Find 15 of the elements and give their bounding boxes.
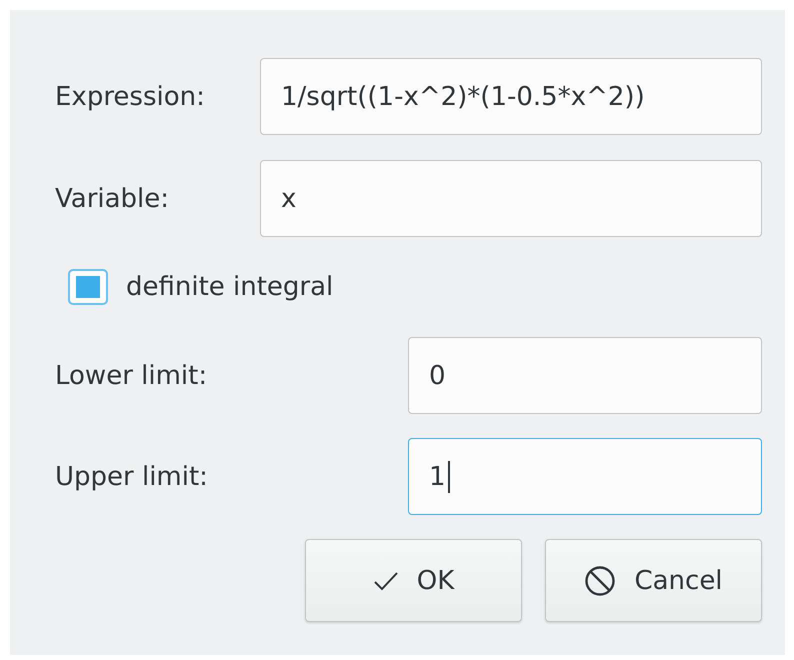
input-field[interactable]: 1 — [408, 438, 762, 515]
input-field[interactable]: 0 — [408, 337, 762, 414]
cancel-icon — [584, 564, 616, 596]
field-label: Upper limit: — [54, 462, 209, 492]
field-label: Variable: — [54, 184, 170, 214]
field-label: Expression: — [54, 82, 206, 112]
checkbox[interactable] — [68, 269, 108, 305]
text-cursor — [448, 460, 450, 492]
ok-button[interactable]: OK — [305, 539, 522, 622]
input-field[interactable]: x — [260, 160, 762, 237]
checkbox-label[interactable]: definite integral — [126, 272, 334, 302]
checkmark-icon — [372, 570, 399, 592]
field-label: Lower limit: — [54, 360, 208, 390]
cancel-button[interactable]: Cancel — [545, 539, 762, 622]
input-field[interactable]: 1/sqrt((1-x^2)*(1-0.5*x^2)) — [260, 58, 762, 135]
